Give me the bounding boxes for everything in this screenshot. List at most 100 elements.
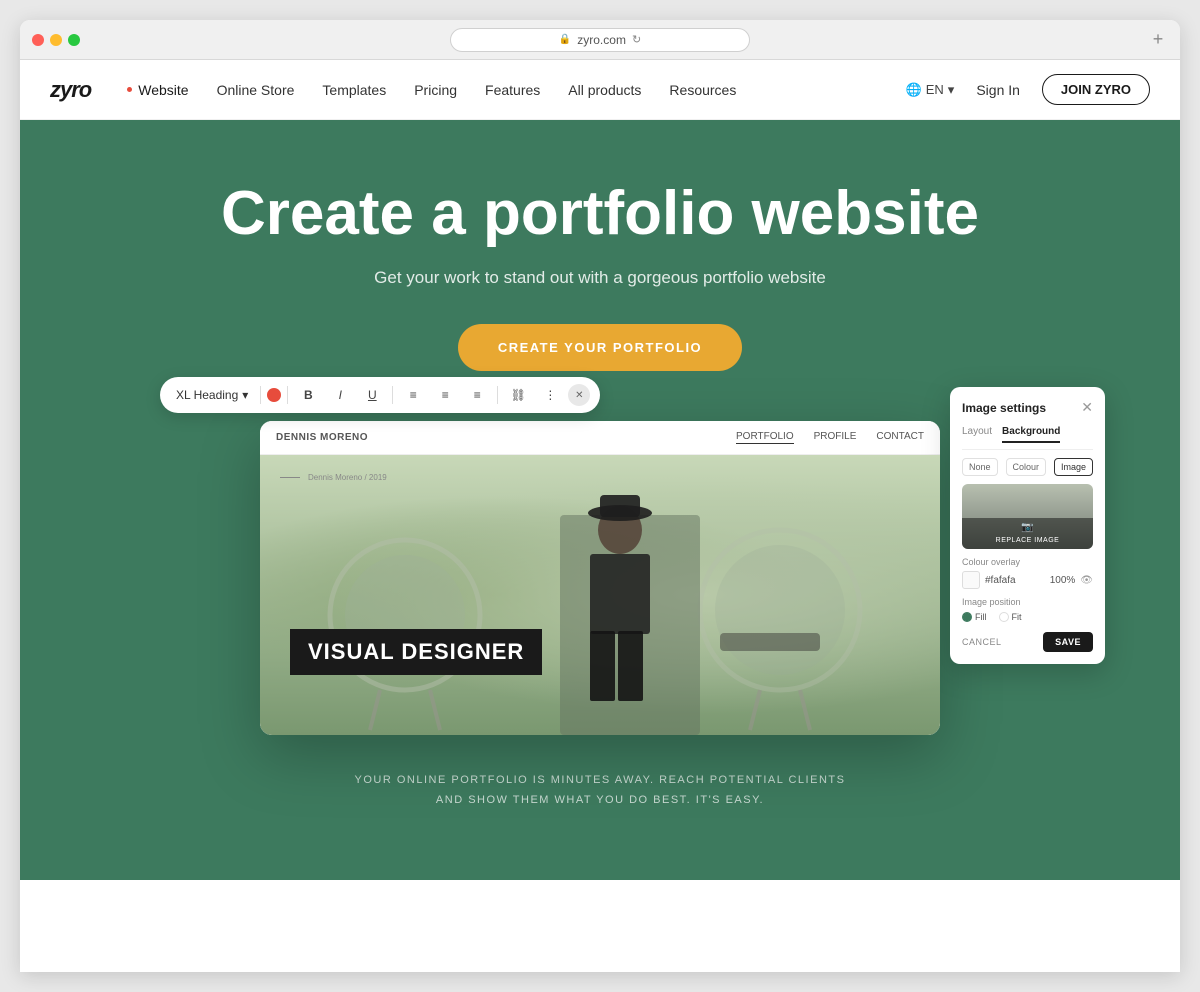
radio-fill-indicator — [962, 612, 972, 622]
tab-layout[interactable]: Layout — [962, 426, 992, 443]
nav-label-templates: Templates — [322, 82, 386, 98]
lock-icon: 🔒 — [559, 34, 571, 45]
panel-footer: CANCEL SAVE — [962, 632, 1093, 652]
align-center-button[interactable]: ≡ — [431, 381, 459, 409]
nav-label-all-products: All products — [568, 82, 641, 98]
toolbar-divider-4 — [497, 386, 498, 404]
nav-label-pricing: Pricing — [414, 82, 457, 98]
panel-tabs: Layout Background — [962, 426, 1093, 450]
nav-links: Website Online Store Templates Pricing F… — [115, 76, 905, 104]
date-text: Dennis Moreno / 2019 — [308, 473, 387, 482]
globe-icon: 🌐 — [906, 82, 922, 98]
more-options-button[interactable]: ⋮ — [536, 381, 564, 409]
camera-icon: 📷 — [962, 522, 1093, 533]
browser-titlebar: 🔒 zyro.com ↻ + — [20, 20, 1180, 60]
panel-title: Image settings — [962, 401, 1046, 415]
close-window-button[interactable] — [32, 34, 44, 46]
date-line: Dennis Moreno / 2019 — [280, 473, 387, 482]
logo[interactable]: zyro — [50, 77, 91, 103]
nav-item-all-products[interactable]: All products — [556, 76, 653, 104]
lang-selector[interactable]: 🌐 EN ▾ — [906, 82, 955, 98]
join-button[interactable]: JOIN ZYRO — [1042, 74, 1150, 105]
navbar: zyro Website Online Store Templates Pric… — [20, 60, 1180, 120]
mini-nav-profile[interactable]: PROFILE — [814, 431, 857, 444]
url-bar[interactable]: 🔒 zyro.com ↻ — [450, 28, 750, 52]
link-button[interactable]: ⛓ — [504, 381, 532, 409]
cancel-button[interactable]: CANCEL — [962, 637, 1002, 647]
nav-label-features: Features — [485, 82, 540, 98]
tab-background[interactable]: Background — [1002, 426, 1060, 443]
mini-navbar: DENNIS MORENO PORTFOLIO PROFILE CONTACT — [260, 421, 940, 455]
align-right-button[interactable]: ≡ — [463, 381, 491, 409]
bg-option-none[interactable]: None — [962, 458, 998, 476]
panel-header: Image settings ✕ — [962, 399, 1093, 416]
heading-type-select[interactable]: XL Heading ▾ — [170, 384, 254, 406]
bg-options: None Colour Image — [962, 458, 1093, 476]
nav-item-pricing[interactable]: Pricing — [402, 76, 469, 104]
heading-type-label: XL Heading — [176, 388, 238, 402]
nav-item-features[interactable]: Features — [473, 76, 552, 104]
url-text: zyro.com — [577, 33, 626, 47]
toolbar-close-button[interactable]: ✕ — [568, 384, 590, 406]
visual-designer-overlay: VISUAL DESIGNER — [290, 629, 542, 675]
radio-fill[interactable]: Fill — [962, 612, 987, 622]
site-content: zyro Website Online Store Templates Pric… — [20, 60, 1180, 972]
radio-group-position: Fill Fit — [962, 612, 1093, 622]
hero-section: Create a portfolio website Get your work… — [20, 120, 1180, 880]
image-position-label: Image position — [962, 597, 1093, 607]
hero-tagline: YOUR ONLINE PORTFOLIO IS MINUTES AWAY. R… — [355, 771, 846, 811]
mini-browser: DENNIS MORENO PORTFOLIO PROFILE CONTACT … — [260, 421, 940, 735]
color-picker[interactable] — [267, 388, 281, 402]
tagline-text: YOUR ONLINE PORTFOLIO IS MINUTES AWAY. R… — [355, 771, 846, 811]
nav-item-templates[interactable]: Templates — [310, 76, 398, 104]
align-left-button[interactable]: ≡ — [399, 381, 427, 409]
overlay-text: VISUAL DESIGNER — [308, 639, 524, 664]
mini-nav-contact[interactable]: CONTACT — [876, 431, 924, 444]
bg-option-colour[interactable]: Colour — [1006, 458, 1047, 476]
bg-option-image[interactable]: Image — [1054, 458, 1093, 476]
radio-fit-indicator — [999, 612, 1009, 622]
nav-item-website[interactable]: Website — [115, 76, 200, 104]
colour-code[interactable]: #fafafa — [985, 575, 1045, 586]
dropdown-arrow-icon: ▾ — [242, 388, 248, 402]
radio-fit-label: Fit — [1012, 612, 1022, 622]
colour-percent: 100% — [1050, 575, 1076, 586]
eye-icon[interactable]: 👁 — [1080, 575, 1093, 586]
active-dot — [127, 87, 132, 92]
colour-swatch[interactable] — [962, 571, 980, 589]
underline-button[interactable]: U — [358, 381, 386, 409]
chevron-down-icon: ▾ — [948, 82, 955, 98]
hero-title: Create a portfolio website — [221, 180, 979, 248]
toolbar-divider-2 — [287, 386, 288, 404]
image-preview: 📷 REPLACE IMAGE — [962, 484, 1093, 549]
photo-background — [260, 455, 940, 735]
minimize-window-button[interactable] — [50, 34, 62, 46]
image-settings-panel: Image settings ✕ Layout Background None … — [950, 387, 1105, 664]
radio-fit[interactable]: Fit — [999, 612, 1022, 622]
maximize-window-button[interactable] — [68, 34, 80, 46]
lang-label: EN — [926, 82, 944, 97]
panel-close-button[interactable]: ✕ — [1081, 399, 1093, 416]
nav-item-online-store[interactable]: Online Store — [205, 76, 307, 104]
mini-author-name: DENNIS MORENO — [276, 432, 368, 443]
refresh-icon: ↻ — [632, 33, 641, 46]
nav-item-resources[interactable]: Resources — [657, 76, 748, 104]
nav-label-resources: Resources — [669, 82, 736, 98]
save-button[interactable]: SAVE — [1043, 632, 1093, 652]
toolbar-divider-1 — [260, 386, 261, 404]
window-controls — [32, 34, 80, 46]
replace-image-label[interactable]: REPLACE IMAGE — [996, 537, 1060, 544]
bold-button[interactable]: B — [294, 381, 322, 409]
cta-button[interactable]: CREATE YOUR PORTFOLIO — [458, 324, 742, 371]
nav-right: 🌐 EN ▾ Sign In JOIN ZYRO — [906, 74, 1150, 105]
colour-overlay-row: #fafafa 100% 👁 — [962, 571, 1093, 589]
replace-image-overlay: 📷 REPLACE IMAGE — [962, 518, 1093, 549]
italic-button[interactable]: I — [326, 381, 354, 409]
sign-in-button[interactable]: Sign In — [966, 76, 1030, 104]
radio-fill-label: Fill — [975, 612, 987, 622]
nav-label-online-store: Online Store — [217, 82, 295, 98]
mini-nav-right: PORTFOLIO PROFILE CONTACT — [736, 431, 924, 444]
new-tab-button[interactable]: + — [1148, 30, 1168, 50]
mini-nav-portfolio[interactable]: PORTFOLIO — [736, 431, 794, 444]
browser-window: 🔒 zyro.com ↻ + zyro Website Online Store… — [20, 20, 1180, 972]
